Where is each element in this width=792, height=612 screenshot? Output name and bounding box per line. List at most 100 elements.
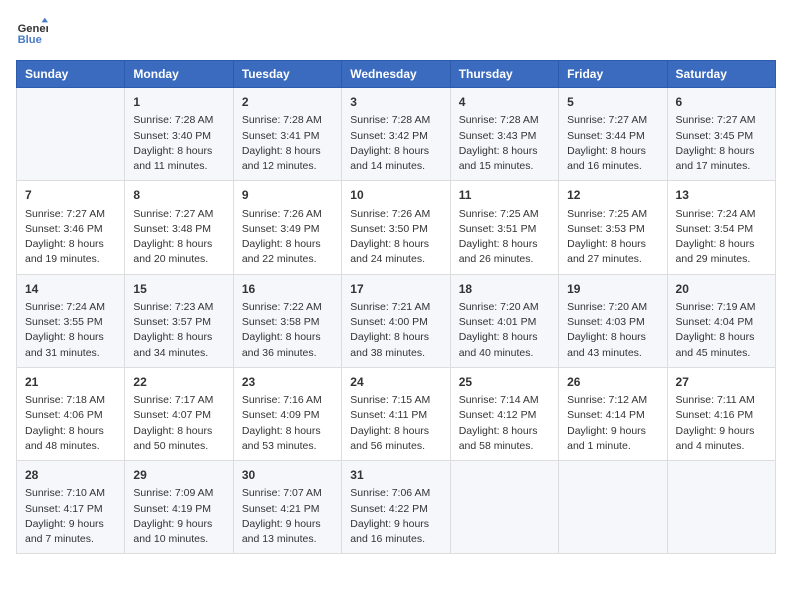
day-info: Sunrise: 7:28 AM Sunset: 3:43 PM Dayligh… <box>459 113 550 174</box>
column-headers: SundayMondayTuesdayWednesdayThursdayFrid… <box>17 61 776 88</box>
calendar-body: 1 Sunrise: 7:28 AM Sunset: 3:40 PM Daylig… <box>17 88 776 554</box>
day-cell <box>559 461 667 554</box>
day-cell <box>450 461 558 554</box>
day-cell: 12Sunrise: 7:25 AM Sunset: 3:53 PM Dayli… <box>559 181 667 274</box>
day-cell: 22 Sunrise: 7:17 AM Sunset: 4:07 PM Dayli… <box>125 367 233 460</box>
day-number: 26 <box>567 374 658 391</box>
day-number: 1 <box>133 94 224 111</box>
day-cell: 10 Sunrise: 7:26 AM Sunset: 3:50 PM Dayli… <box>342 181 450 274</box>
day-number: 11 <box>459 187 550 204</box>
day-number: 30 <box>242 467 333 484</box>
day-info: Sunrise: 7:14 AM Sunset: 4:12 PM Dayligh… <box>459 393 550 454</box>
day-number: 7 <box>25 187 116 204</box>
day-info: Sunrise: 7:09 AM Sunset: 4:19 PM Dayligh… <box>133 486 224 547</box>
day-info: Sunrise: 7:07 AM Sunset: 4:21 PM Dayligh… <box>242 486 333 547</box>
day-number: 3 <box>350 94 441 111</box>
day-info: Sunrise: 7:15 AM Sunset: 4:11 PM Dayligh… <box>350 393 441 454</box>
day-cell: 6 Sunrise: 7:27 AM Sunset: 3:45 PM Daylig… <box>667 88 775 181</box>
day-number: 4 <box>459 94 550 111</box>
day-cell: 28 Sunrise: 7:10 AM Sunset: 4:17 PM Dayli… <box>17 461 125 554</box>
day-cell: 20 Sunrise: 7:19 AM Sunset: 4:04 PM Dayli… <box>667 274 775 367</box>
day-cell: 21 Sunrise: 7:18 AM Sunset: 4:06 PM Dayli… <box>17 367 125 460</box>
calendar-table: SundayMondayTuesdayWednesdayThursdayFrid… <box>16 60 776 554</box>
day-cell: 9Sunrise: 7:26 AM Sunset: 3:49 PM Daylig… <box>233 181 341 274</box>
day-number: 6 <box>676 94 767 111</box>
col-header-saturday: Saturday <box>667 61 775 88</box>
day-cell: 30 Sunrise: 7:07 AM Sunset: 4:21 PM Dayli… <box>233 461 341 554</box>
day-cell: 13 Sunrise: 7:24 AM Sunset: 3:54 PM Dayli… <box>667 181 775 274</box>
day-info: Sunrise: 7:18 AM Sunset: 4:06 PM Dayligh… <box>25 393 116 454</box>
day-number: 20 <box>676 281 767 298</box>
col-header-tuesday: Tuesday <box>233 61 341 88</box>
day-cell: 5Sunrise: 7:27 AM Sunset: 3:44 PM Daylig… <box>559 88 667 181</box>
day-cell: 2 Sunrise: 7:28 AM Sunset: 3:41 PM Daylig… <box>233 88 341 181</box>
week-row-5: 28 Sunrise: 7:10 AM Sunset: 4:17 PM Dayli… <box>17 461 776 554</box>
logo-icon: General Blue <box>16 16 48 48</box>
day-cell: 25 Sunrise: 7:14 AM Sunset: 4:12 PM Dayli… <box>450 367 558 460</box>
week-row-4: 21 Sunrise: 7:18 AM Sunset: 4:06 PM Dayli… <box>17 367 776 460</box>
day-info: Sunrise: 7:27 AM Sunset: 3:46 PM Dayligh… <box>25 207 116 268</box>
day-number: 23 <box>242 374 333 391</box>
day-info: Sunrise: 7:27 AM Sunset: 3:45 PM Dayligh… <box>676 113 767 174</box>
day-info: Sunrise: 7:12 AM Sunset: 4:14 PM Dayligh… <box>567 393 658 454</box>
day-number: 15 <box>133 281 224 298</box>
day-info: Sunrise: 7:28 AM Sunset: 3:42 PM Dayligh… <box>350 113 441 174</box>
day-number: 14 <box>25 281 116 298</box>
day-cell: 7 Sunrise: 7:27 AM Sunset: 3:46 PM Daylig… <box>17 181 125 274</box>
day-cell: 3 Sunrise: 7:28 AM Sunset: 3:42 PM Daylig… <box>342 88 450 181</box>
day-info: Sunrise: 7:17 AM Sunset: 4:07 PM Dayligh… <box>133 393 224 454</box>
day-number: 19 <box>567 281 658 298</box>
day-info: Sunrise: 7:22 AM Sunset: 3:58 PM Dayligh… <box>242 300 333 361</box>
day-info: Sunrise: 7:16 AM Sunset: 4:09 PM Dayligh… <box>242 393 333 454</box>
day-info: Sunrise: 7:23 AM Sunset: 3:57 PM Dayligh… <box>133 300 224 361</box>
col-header-wednesday: Wednesday <box>342 61 450 88</box>
day-info: Sunrise: 7:06 AM Sunset: 4:22 PM Dayligh… <box>350 486 441 547</box>
svg-text:Blue: Blue <box>18 34 42 46</box>
day-info: Sunrise: 7:20 AM Sunset: 4:03 PM Dayligh… <box>567 300 658 361</box>
day-cell: 27Sunrise: 7:11 AM Sunset: 4:16 PM Dayli… <box>667 367 775 460</box>
day-info: Sunrise: 7:26 AM Sunset: 3:50 PM Dayligh… <box>350 207 441 268</box>
day-number: 16 <box>242 281 333 298</box>
week-row-2: 7 Sunrise: 7:27 AM Sunset: 3:46 PM Daylig… <box>17 181 776 274</box>
day-number: 21 <box>25 374 116 391</box>
day-number: 17 <box>350 281 441 298</box>
day-number: 25 <box>459 374 550 391</box>
day-info: Sunrise: 7:24 AM Sunset: 3:54 PM Dayligh… <box>676 207 767 268</box>
day-cell: 31 Sunrise: 7:06 AM Sunset: 4:22 PM Dayli… <box>342 461 450 554</box>
day-cell: 23 Sunrise: 7:16 AM Sunset: 4:09 PM Dayli… <box>233 367 341 460</box>
day-number: 2 <box>242 94 333 111</box>
header: General Blue <box>16 16 776 48</box>
day-number: 13 <box>676 187 767 204</box>
day-info: Sunrise: 7:24 AM Sunset: 3:55 PM Dayligh… <box>25 300 116 361</box>
day-info: Sunrise: 7:10 AM Sunset: 4:17 PM Dayligh… <box>25 486 116 547</box>
day-info: Sunrise: 7:19 AM Sunset: 4:04 PM Dayligh… <box>676 300 767 361</box>
day-cell: 17 Sunrise: 7:21 AM Sunset: 4:00 PM Dayli… <box>342 274 450 367</box>
day-number: 8 <box>133 187 224 204</box>
day-number: 22 <box>133 374 224 391</box>
week-row-3: 14 Sunrise: 7:24 AM Sunset: 3:55 PM Dayli… <box>17 274 776 367</box>
day-info: Sunrise: 7:27 AM Sunset: 3:44 PM Dayligh… <box>567 113 658 174</box>
day-number: 31 <box>350 467 441 484</box>
week-row-1: 1 Sunrise: 7:28 AM Sunset: 3:40 PM Daylig… <box>17 88 776 181</box>
col-header-friday: Friday <box>559 61 667 88</box>
day-cell: 16 Sunrise: 7:22 AM Sunset: 3:58 PM Dayli… <box>233 274 341 367</box>
day-cell: 1 Sunrise: 7:28 AM Sunset: 3:40 PM Daylig… <box>125 88 233 181</box>
day-cell: 26 Sunrise: 7:12 AM Sunset: 4:14 PM Dayli… <box>559 367 667 460</box>
col-header-sunday: Sunday <box>17 61 125 88</box>
day-number: 29 <box>133 467 224 484</box>
day-info: Sunrise: 7:28 AM Sunset: 3:41 PM Dayligh… <box>242 113 333 174</box>
col-header-monday: Monday <box>125 61 233 88</box>
day-number: 9 <box>242 187 333 204</box>
day-cell: 4 Sunrise: 7:28 AM Sunset: 3:43 PM Daylig… <box>450 88 558 181</box>
day-number: 28 <box>25 467 116 484</box>
logo: General Blue <box>16 16 48 48</box>
day-info: Sunrise: 7:27 AM Sunset: 3:48 PM Dayligh… <box>133 207 224 268</box>
day-number: 24 <box>350 374 441 391</box>
day-number: 10 <box>350 187 441 204</box>
day-info: Sunrise: 7:21 AM Sunset: 4:00 PM Dayligh… <box>350 300 441 361</box>
day-number: 12 <box>567 187 658 204</box>
day-info: Sunrise: 7:28 AM Sunset: 3:40 PM Dayligh… <box>133 113 224 174</box>
day-number: 27 <box>676 374 767 391</box>
day-cell: 14 Sunrise: 7:24 AM Sunset: 3:55 PM Dayli… <box>17 274 125 367</box>
day-cell: 24 Sunrise: 7:15 AM Sunset: 4:11 PM Dayli… <box>342 367 450 460</box>
